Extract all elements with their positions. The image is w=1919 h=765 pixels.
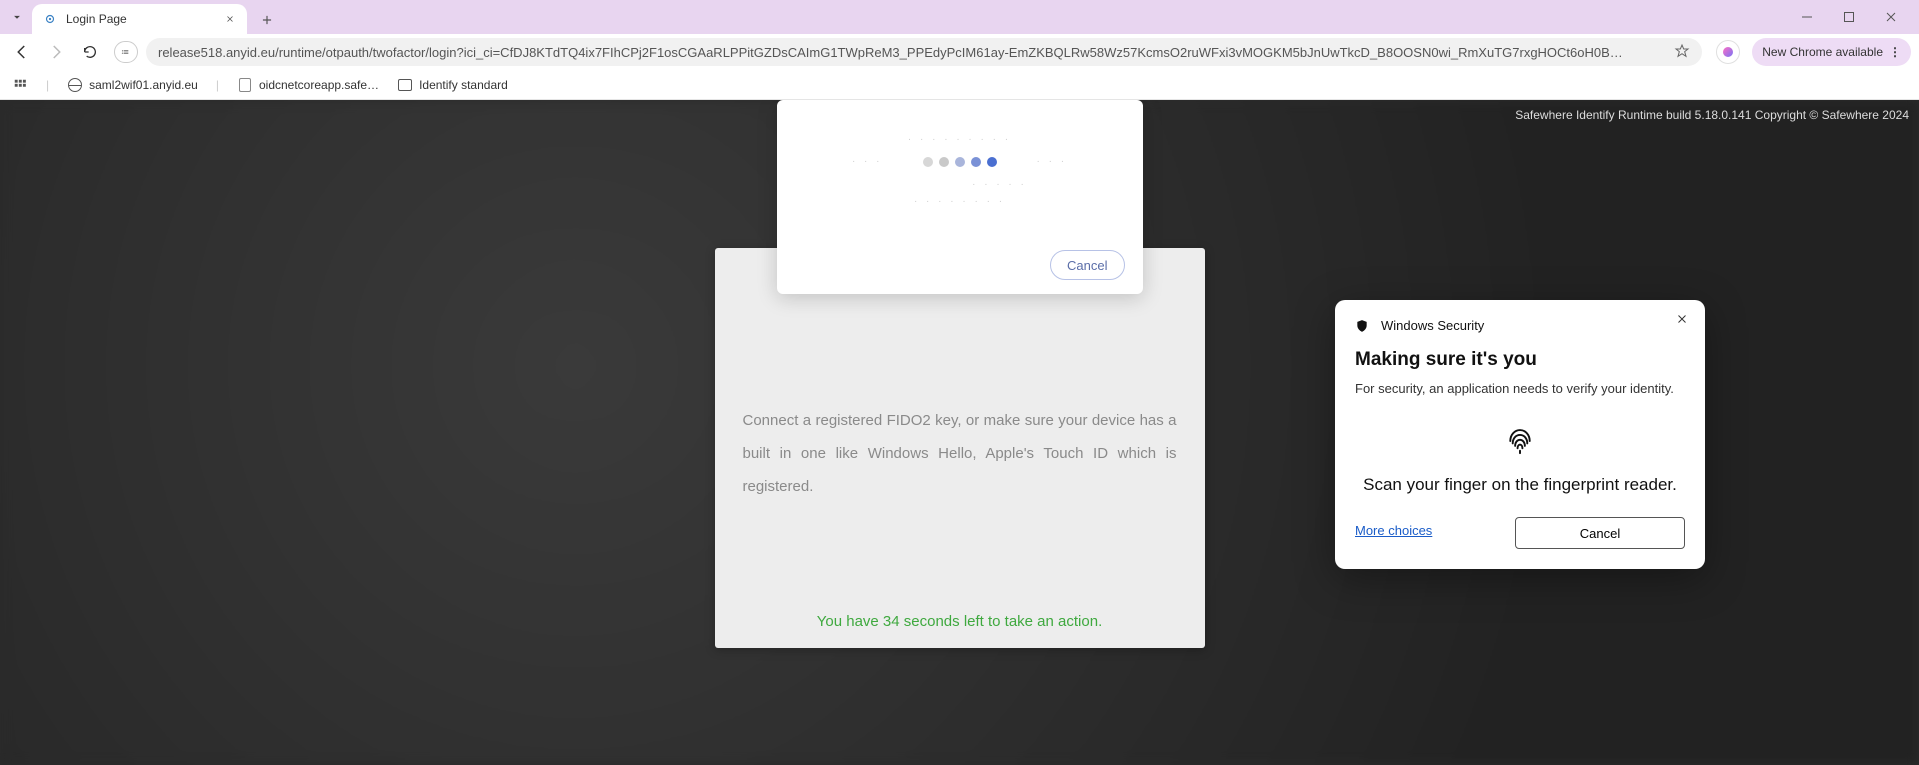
- dialog-title: Making sure it's you: [1355, 349, 1685, 371]
- loading-dots: [923, 157, 997, 167]
- bookmark-star-icon[interactable]: [1674, 43, 1690, 62]
- webauthn-cancel-button[interactable]: Cancel: [1050, 250, 1124, 280]
- tab-search-button[interactable]: [6, 6, 28, 28]
- ws-cancel-button[interactable]: Cancel: [1515, 517, 1685, 549]
- separator: |: [46, 78, 49, 92]
- page-content: Safewhere Identify Runtime build 5.18.0.…: [0, 100, 1919, 765]
- new-chrome-pill[interactable]: New Chrome available ⋮: [1752, 38, 1911, 66]
- folder-icon: [397, 77, 413, 93]
- new-tab-button[interactable]: [253, 6, 281, 34]
- bookmark-label: oidcnetcoreapp.safe…: [259, 78, 379, 92]
- apps-shortcut[interactable]: [12, 77, 28, 93]
- bookmark-identify-standard[interactable]: Identify standard: [397, 77, 508, 93]
- decor-dots: · · · · · · · · ·: [908, 134, 1011, 145]
- tab-favicon: [42, 11, 58, 27]
- decor-dots: · · · · ·: [972, 179, 1027, 190]
- fido2-instruction-text: Connect a registered FIDO2 key, or make …: [743, 404, 1177, 503]
- decor-dots: · · ·: [852, 156, 883, 167]
- fingerprint-instruction: Scan your finger on the fingerprint read…: [1363, 475, 1677, 495]
- profile-avatar[interactable]: [1716, 40, 1740, 64]
- bookmark-label: Identify standard: [419, 78, 508, 92]
- globe-icon: [67, 77, 83, 93]
- separator: |: [216, 78, 219, 92]
- shield-icon: [1355, 319, 1369, 333]
- loading-indicator: · · · · · · · · · · · · · · · · · · · · …: [797, 120, 1123, 220]
- tab-close-icon[interactable]: [223, 12, 237, 26]
- bookmark-oidc[interactable]: oidcnetcoreapp.safe…: [237, 77, 379, 93]
- bookmark-label: saml2wif01.anyid.eu: [89, 78, 198, 92]
- tab-strip: Login Page: [32, 1, 1793, 34]
- fingerprint-icon: [1505, 424, 1535, 463]
- browser-toolbar: release518.anyid.eu/runtime/otpauth/twof…: [0, 34, 1919, 70]
- webauthn-loading-popup: · · · · · · · · · · · · · · · · · · · · …: [777, 100, 1143, 294]
- decor-dots: · · ·: [1037, 156, 1068, 167]
- forward-button[interactable]: [42, 38, 70, 66]
- site-info-button[interactable]: [114, 41, 138, 63]
- reload-button[interactable]: [76, 38, 104, 66]
- windows-security-dialog: Windows Security Making sure it's you Fo…: [1335, 300, 1705, 569]
- maximize-button[interactable]: [1835, 3, 1863, 31]
- url-text: release518.anyid.eu/runtime/otpauth/twof…: [158, 45, 1668, 60]
- copyright-text: Safewhere Identify Runtime build 5.18.0.…: [1515, 108, 1909, 122]
- file-icon: [237, 77, 253, 93]
- tab-title: Login Page: [66, 12, 215, 26]
- new-chrome-label: New Chrome available: [1762, 45, 1883, 59]
- bookmark-saml[interactable]: saml2wif01.anyid.eu: [67, 77, 198, 93]
- close-window-button[interactable]: [1877, 3, 1905, 31]
- browser-tab[interactable]: Login Page: [32, 4, 247, 34]
- window-controls: [1793, 3, 1913, 31]
- back-button[interactable]: [8, 38, 36, 66]
- browser-titlebar: Login Page: [0, 0, 1919, 34]
- address-bar[interactable]: release518.anyid.eu/runtime/otpauth/twof…: [146, 38, 1702, 66]
- more-choices-link[interactable]: More choices: [1355, 523, 1432, 538]
- dialog-app-name: Windows Security: [1381, 318, 1484, 333]
- fido2-timer-text: You have 34 seconds left to take an acti…: [715, 613, 1205, 630]
- dialog-close-button[interactable]: [1673, 310, 1691, 328]
- fido2-card: Connect a registered FIDO2 key, or make …: [715, 248, 1205, 648]
- chrome-menu-icon[interactable]: ⋮: [1889, 45, 1901, 59]
- bookmarks-bar: | saml2wif01.anyid.eu | oidcnetcoreapp.s…: [0, 70, 1919, 100]
- dialog-header: Windows Security: [1355, 318, 1685, 333]
- minimize-button[interactable]: [1793, 3, 1821, 31]
- fingerprint-prompt: Scan your finger on the fingerprint read…: [1355, 424, 1685, 495]
- dialog-subtitle: For security, an application needs to ve…: [1355, 381, 1685, 396]
- decor-dots: · · · · · · · ·: [914, 196, 1005, 207]
- apps-grid-icon: [12, 77, 28, 93]
